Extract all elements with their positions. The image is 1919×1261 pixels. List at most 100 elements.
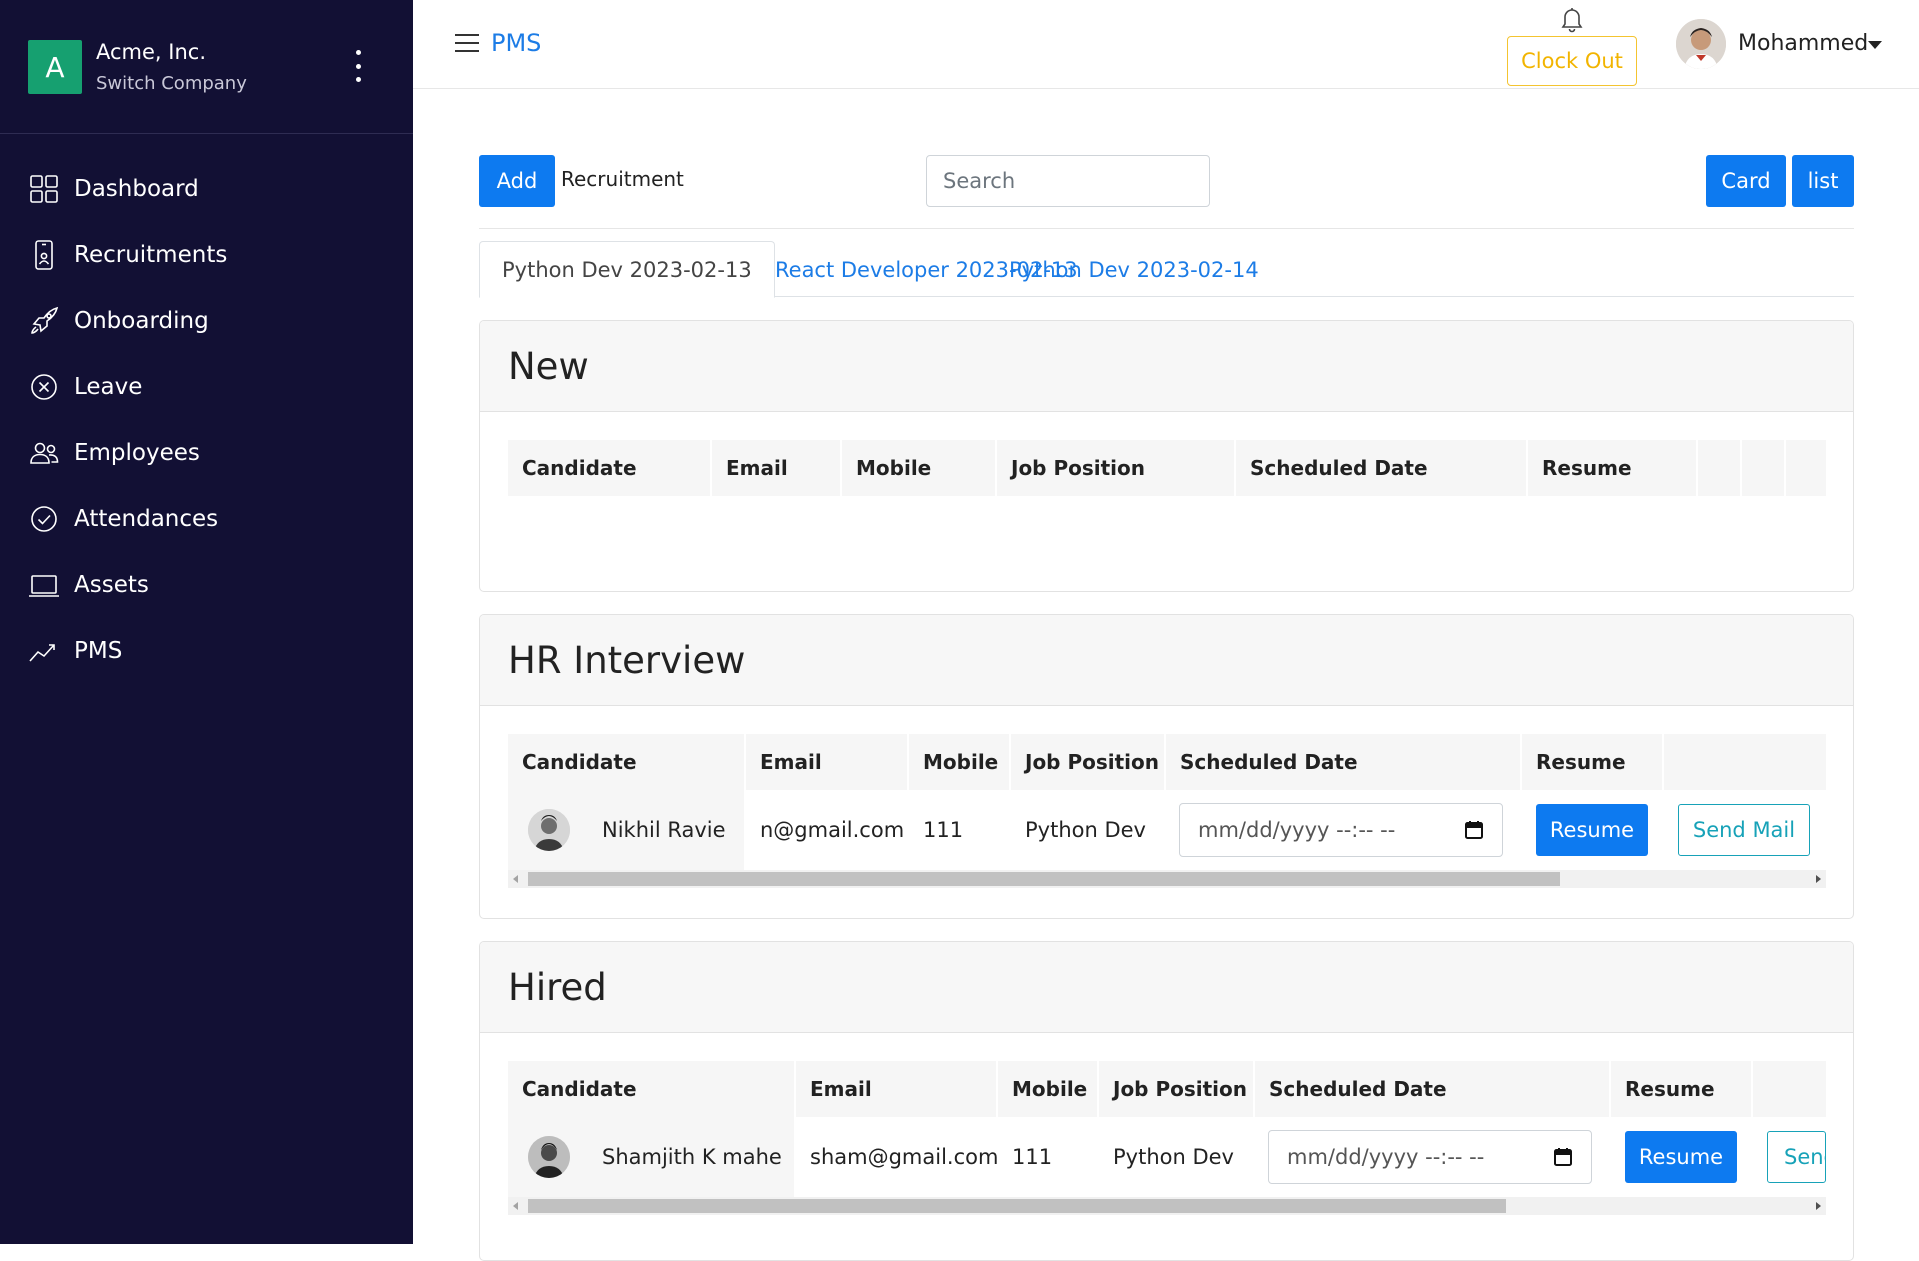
search-input[interactable] bbox=[926, 155, 1210, 207]
column-header-job-position[interactable]: Job Position bbox=[997, 440, 1236, 496]
clock-out-button[interactable]: Clock Out bbox=[1507, 36, 1637, 86]
laptop-icon bbox=[29, 575, 59, 597]
divider bbox=[479, 228, 1854, 229]
people-icon bbox=[30, 442, 59, 464]
kebab-menu-icon[interactable] bbox=[348, 50, 368, 82]
send-mail-button[interactable]: Send Mail bbox=[1678, 804, 1810, 856]
tab-python-dev-2023-02-14[interactable]: Python Dev 2023-02-14 bbox=[987, 241, 1281, 298]
mobile-cell: 111 bbox=[1012, 1145, 1053, 1169]
caret-down-icon[interactable] bbox=[1868, 41, 1882, 49]
column-header-resume[interactable]: Resume bbox=[1522, 734, 1664, 790]
calendar-icon[interactable] bbox=[1553, 1147, 1573, 1167]
company-name: Acme, Inc. bbox=[96, 40, 206, 64]
column-header-job-position[interactable]: Job Position bbox=[1099, 1061, 1255, 1117]
stage-card-hr-interview: HR Interview Candidate Email Mobile Job … bbox=[479, 614, 1854, 919]
sidebar-item-label: Leave bbox=[74, 374, 143, 400]
job-position-cell: Python Dev bbox=[1113, 1145, 1234, 1169]
scroll-left-arrow-icon[interactable] bbox=[513, 1202, 518, 1210]
add-recruitment-button[interactable]: Add bbox=[479, 155, 555, 207]
table-row: Shamjith K mahe sham@gmail.com 111 Pytho… bbox=[508, 1117, 1826, 1197]
graph-up-icon bbox=[29, 644, 55, 662]
horizontal-scrollbar[interactable] bbox=[508, 1197, 1826, 1215]
column-header-resume[interactable]: Resume bbox=[1528, 440, 1698, 496]
sidebar-item-recruitments[interactable]: Recruitments bbox=[0, 222, 413, 288]
sidebar-item-employees[interactable]: Employees bbox=[0, 420, 413, 486]
card-view-button[interactable]: Card bbox=[1706, 155, 1786, 207]
sidebar-item-assets[interactable]: Assets bbox=[0, 552, 413, 618]
rocket-icon bbox=[31, 306, 59, 334]
sidebar-item-label: Recruitments bbox=[74, 242, 228, 268]
column-header-mobile[interactable]: Mobile bbox=[909, 734, 1011, 790]
sidebar-item-attendances[interactable]: Attendances bbox=[0, 486, 413, 552]
scheduled-date-cell: mm/dd/yyyy --:-- -- bbox=[1255, 1117, 1592, 1197]
column-header-mobile[interactable]: Mobile bbox=[842, 440, 997, 496]
company-switcher[interactable]: A Acme, Inc. Switch Company bbox=[0, 0, 413, 134]
column-header-scheduled-date[interactable]: Scheduled Date bbox=[1236, 440, 1528, 496]
scheduled-date-cell: mm/dd/yyyy --:-- -- bbox=[1166, 790, 1503, 870]
scheduled-date-input[interactable]: mm/dd/yyyy --:-- -- bbox=[1179, 803, 1503, 857]
column-header-email[interactable]: Email bbox=[746, 734, 909, 790]
stage-title: HR Interview bbox=[480, 615, 1853, 706]
column-header-email[interactable]: Email bbox=[712, 440, 842, 496]
sidebar-item-leave[interactable]: Leave bbox=[0, 354, 413, 420]
sidebar-nav: Dashboard Recruitments Onboarding Leave … bbox=[0, 156, 413, 684]
column-header-resume[interactable]: Resume bbox=[1611, 1061, 1753, 1117]
date-placeholder: mm/dd/yyyy --:-- -- bbox=[1198, 818, 1396, 842]
candidate-avatar bbox=[528, 1136, 570, 1178]
column-header-empty bbox=[1698, 440, 1742, 496]
table-row: Nikhil Ravie n@gmail.com 111 Python Dev … bbox=[508, 790, 1826, 870]
send-mail-cell: Send bbox=[1753, 1117, 1826, 1197]
column-header-email[interactable]: Email bbox=[796, 1061, 998, 1117]
resume-button[interactable]: Resume bbox=[1536, 804, 1648, 856]
user-avatar[interactable] bbox=[1676, 19, 1726, 69]
table-header: Candidate Email Mobile Job Position Sche… bbox=[508, 1061, 1826, 1117]
column-header-job-position[interactable]: Job Position bbox=[1011, 734, 1166, 790]
scroll-right-arrow-icon[interactable] bbox=[1816, 1202, 1821, 1210]
column-header-scheduled-date[interactable]: Scheduled Date bbox=[1255, 1061, 1611, 1117]
candidate-cell: Nikhil Ravie bbox=[508, 790, 744, 870]
candidate-name[interactable]: Nikhil Ravie bbox=[602, 818, 726, 842]
calendar-icon[interactable] bbox=[1464, 820, 1484, 840]
scrollbar-thumb[interactable] bbox=[528, 872, 1560, 886]
tab-python-dev-2023-02-13[interactable]: Python Dev 2023-02-13 bbox=[479, 241, 775, 298]
candidate-name[interactable]: Shamjith K mahe bbox=[602, 1145, 782, 1169]
user-name-dropdown[interactable]: Mohammed bbox=[1738, 31, 1868, 56]
column-header-empty bbox=[1664, 734, 1826, 790]
scroll-right-arrow-icon[interactable] bbox=[1816, 875, 1821, 883]
mobile-cell: 111 bbox=[923, 818, 964, 842]
sidebar-item-label: Onboarding bbox=[74, 308, 209, 334]
sidebar-item-label: PMS bbox=[74, 638, 123, 664]
bell-icon[interactable] bbox=[1557, 4, 1587, 34]
sidebar-item-pms[interactable]: PMS bbox=[0, 618, 413, 684]
sidebar-item-onboarding[interactable]: Onboarding bbox=[0, 288, 413, 354]
switch-company-link[interactable]: Switch Company bbox=[96, 73, 247, 94]
resume-button[interactable]: Resume bbox=[1625, 1131, 1737, 1183]
send-mail-button[interactable]: Send bbox=[1767, 1131, 1826, 1183]
scroll-left-arrow-icon[interactable] bbox=[513, 875, 518, 883]
top-navbar: PMS Clock Out Mohammed bbox=[413, 0, 1919, 89]
navbar-brand[interactable]: PMS bbox=[491, 29, 541, 57]
phone-person-icon bbox=[35, 240, 53, 270]
resume-cell: Resume bbox=[1611, 1117, 1737, 1197]
stage-title: New bbox=[480, 321, 1853, 412]
column-header-candidate[interactable]: Candidate bbox=[508, 1061, 796, 1117]
scheduled-date-input[interactable]: mm/dd/yyyy --:-- -- bbox=[1268, 1130, 1592, 1184]
scrollbar-thumb[interactable] bbox=[528, 1199, 1506, 1213]
sidebar-item-dashboard[interactable]: Dashboard bbox=[0, 156, 413, 222]
list-view-button[interactable]: list bbox=[1792, 155, 1854, 207]
check-circle-icon bbox=[31, 506, 57, 532]
column-header-mobile[interactable]: Mobile bbox=[998, 1061, 1099, 1117]
sidebar-item-label: Assets bbox=[74, 572, 149, 598]
recruitment-tabs: Python Dev 2023-02-13 React Developer 20… bbox=[479, 241, 1854, 298]
column-header-candidate[interactable]: Candidate bbox=[508, 440, 712, 496]
section-label: Recruitment bbox=[561, 167, 684, 191]
horizontal-scrollbar[interactable] bbox=[508, 870, 1826, 888]
stage-card-new: New Candidate Email Mobile Job Position … bbox=[479, 320, 1854, 592]
stage-table: Candidate Email Mobile Job Position Sche… bbox=[508, 440, 1826, 496]
stage-table: Candidate Email Mobile Job Position Sche… bbox=[508, 734, 1826, 894]
column-header-candidate[interactable]: Candidate bbox=[508, 734, 746, 790]
send-mail-cell: Send Mail bbox=[1664, 790, 1810, 870]
hamburger-menu-icon[interactable] bbox=[455, 34, 479, 52]
column-header-scheduled-date[interactable]: Scheduled Date bbox=[1166, 734, 1522, 790]
column-header-empty bbox=[1742, 440, 1786, 496]
